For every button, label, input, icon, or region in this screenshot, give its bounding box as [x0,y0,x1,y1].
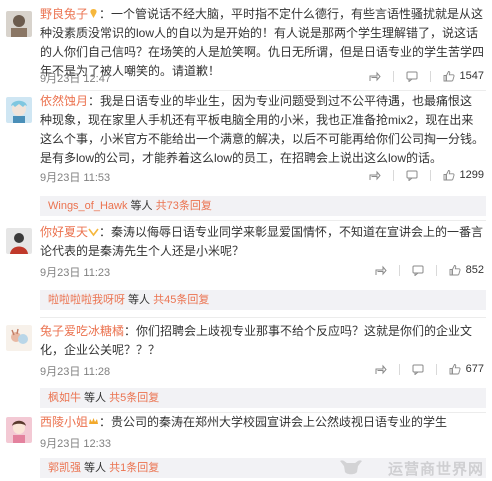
emoji-badge-icon [88,6,99,18]
comment-username[interactable]: 野良兔子 [40,7,88,21]
reply-username[interactable]: 枫如牛 [48,392,81,404]
divider [392,169,394,181]
comment-icon[interactable] [406,170,418,181]
comment-body: ：我是日语专业的毕业生，因为专业问题受到过不公平待遇，也最痛恨这种现象，现在家里… [40,94,485,165]
thumbs-up-icon [449,265,461,276]
reply-summary[interactable]: 啦啦啦啦我呀呀 等人 共45条回复 [40,290,486,310]
comment-body: ：一个管说话不经大脑，平时指不定什么德行，有些言语性骚扰就是从这种没素质没常识的… [40,7,485,78]
like-count: 1299 [459,169,484,181]
comment-username[interactable]: 西陵小姐 [40,415,88,429]
share-icon[interactable] [369,71,381,82]
comment-meta: 9月23日 11:23 852 [40,264,484,280]
comment-text: 你好夏天 ：秦涛以侮辱日语专业同学来彰显爱国情怀，不知道在宣讲会上的一番言论代表的… [40,223,484,261]
comment-text: 依然蚀月：我是日语专业的毕业生，因为专业问题受到过不公平待遇，也最痛恨这种现象，… [40,92,484,168]
comment-actions: 852 [375,264,484,276]
like-count: 852 [465,264,484,276]
thumbs-up-icon [443,170,455,181]
like-button[interactable]: 1547 [443,70,484,82]
comment-time: 9月23日 12:33 [40,438,111,450]
comment-body: ：秦涛以侮辱日语专业同学来彰显爱国情怀，不知道在宣讲会上的一番言论代表的是秦涛先… [40,225,484,258]
reply-suffix: 等人 [81,392,110,404]
divider [435,264,437,276]
comment-actions: 1299 [369,169,484,181]
comment-meta: 9月23日 12:33 [40,435,484,451]
divider [429,70,431,82]
comment-icon[interactable] [412,364,424,375]
verified-badge-icon [88,224,99,237]
comment-time: 9月23日 11:23 [40,267,111,279]
avatar[interactable] [6,11,32,37]
divider [429,169,431,181]
comment-time: 9月23日 12:47 [40,73,111,85]
crown-icon [88,414,99,425]
reply-username[interactable]: 啦啦啦啦我呀呀 [48,294,125,306]
separator [40,317,486,318]
comment-text: 西陵小姐 ：贵公司的秦涛在郑州大学校园宣讲会上公然歧视日语专业的学生 [40,413,484,432]
comment-actions: 1547 [369,70,484,82]
reply-summary[interactable]: 枫如牛 等人 共5条回复 [40,388,486,408]
comment-actions: 677 [375,363,484,375]
comment-text: 兔子爱吃冰糖橘：你们招聘会上歧视专业那事不给个反应吗？这就是你们的企业文化，企业… [40,322,484,360]
like-button[interactable]: 677 [449,363,484,375]
divider [398,264,400,276]
avatar[interactable] [6,325,32,351]
comment-icon[interactable] [412,265,424,276]
bull-logo-icon [340,460,362,475]
reply-username[interactable]: 郭凯强 [48,462,81,474]
share-icon[interactable] [375,364,387,375]
like-button[interactable]: 852 [449,264,484,276]
comment-username[interactable]: 依然蚀月 [40,94,88,108]
like-button[interactable]: 1299 [443,169,484,181]
reply-summary[interactable]: Wings_of_Hawk 等人 共73条回复 [40,196,486,216]
separator [40,90,486,91]
reply-count-link[interactable]: 共5条回复 [109,392,159,404]
comment-meta: 9月23日 11:28 677 [40,363,484,379]
comment-body: ：贵公司的秦涛在郑州大学校园宣讲会上公然歧视日语专业的学生 [99,415,448,429]
reply-count-link[interactable]: 共73条回复 [156,200,212,212]
comment-time: 9月23日 11:53 [40,172,111,184]
reply-suffix: 等人 [127,200,156,212]
like-count: 1547 [459,70,484,82]
reply-count-link[interactable]: 共45条回复 [153,294,209,306]
share-icon[interactable] [375,265,387,276]
like-count: 677 [465,363,484,375]
comment-username[interactable]: 兔子爱吃冰糖橘 [40,324,124,338]
avatar[interactable] [6,97,32,123]
reply-count-link[interactable]: 共1条回复 [109,462,159,474]
watermark-text: 运营商世界网 [387,461,484,478]
comment-time: 9月23日 11:28 [40,366,111,378]
share-icon[interactable] [369,170,381,181]
thumbs-up-icon [449,364,461,375]
separator [40,220,486,221]
comment-meta: 9月23日 11:53 1299 [40,169,484,185]
avatar[interactable] [6,417,32,443]
thumbs-up-icon [443,71,455,82]
reply-suffix: 等人 [81,462,110,474]
comment-meta: 9月23日 12:47 1547 [40,70,484,86]
divider [435,363,437,375]
reply-username[interactable]: Wings_of_Hawk [48,200,127,212]
divider [392,70,394,82]
comment-username[interactable]: 你好夏天 [40,225,88,239]
avatar[interactable] [6,228,32,254]
comment-icon[interactable] [406,71,418,82]
divider [398,363,400,375]
reply-suffix: 等人 [125,294,154,306]
